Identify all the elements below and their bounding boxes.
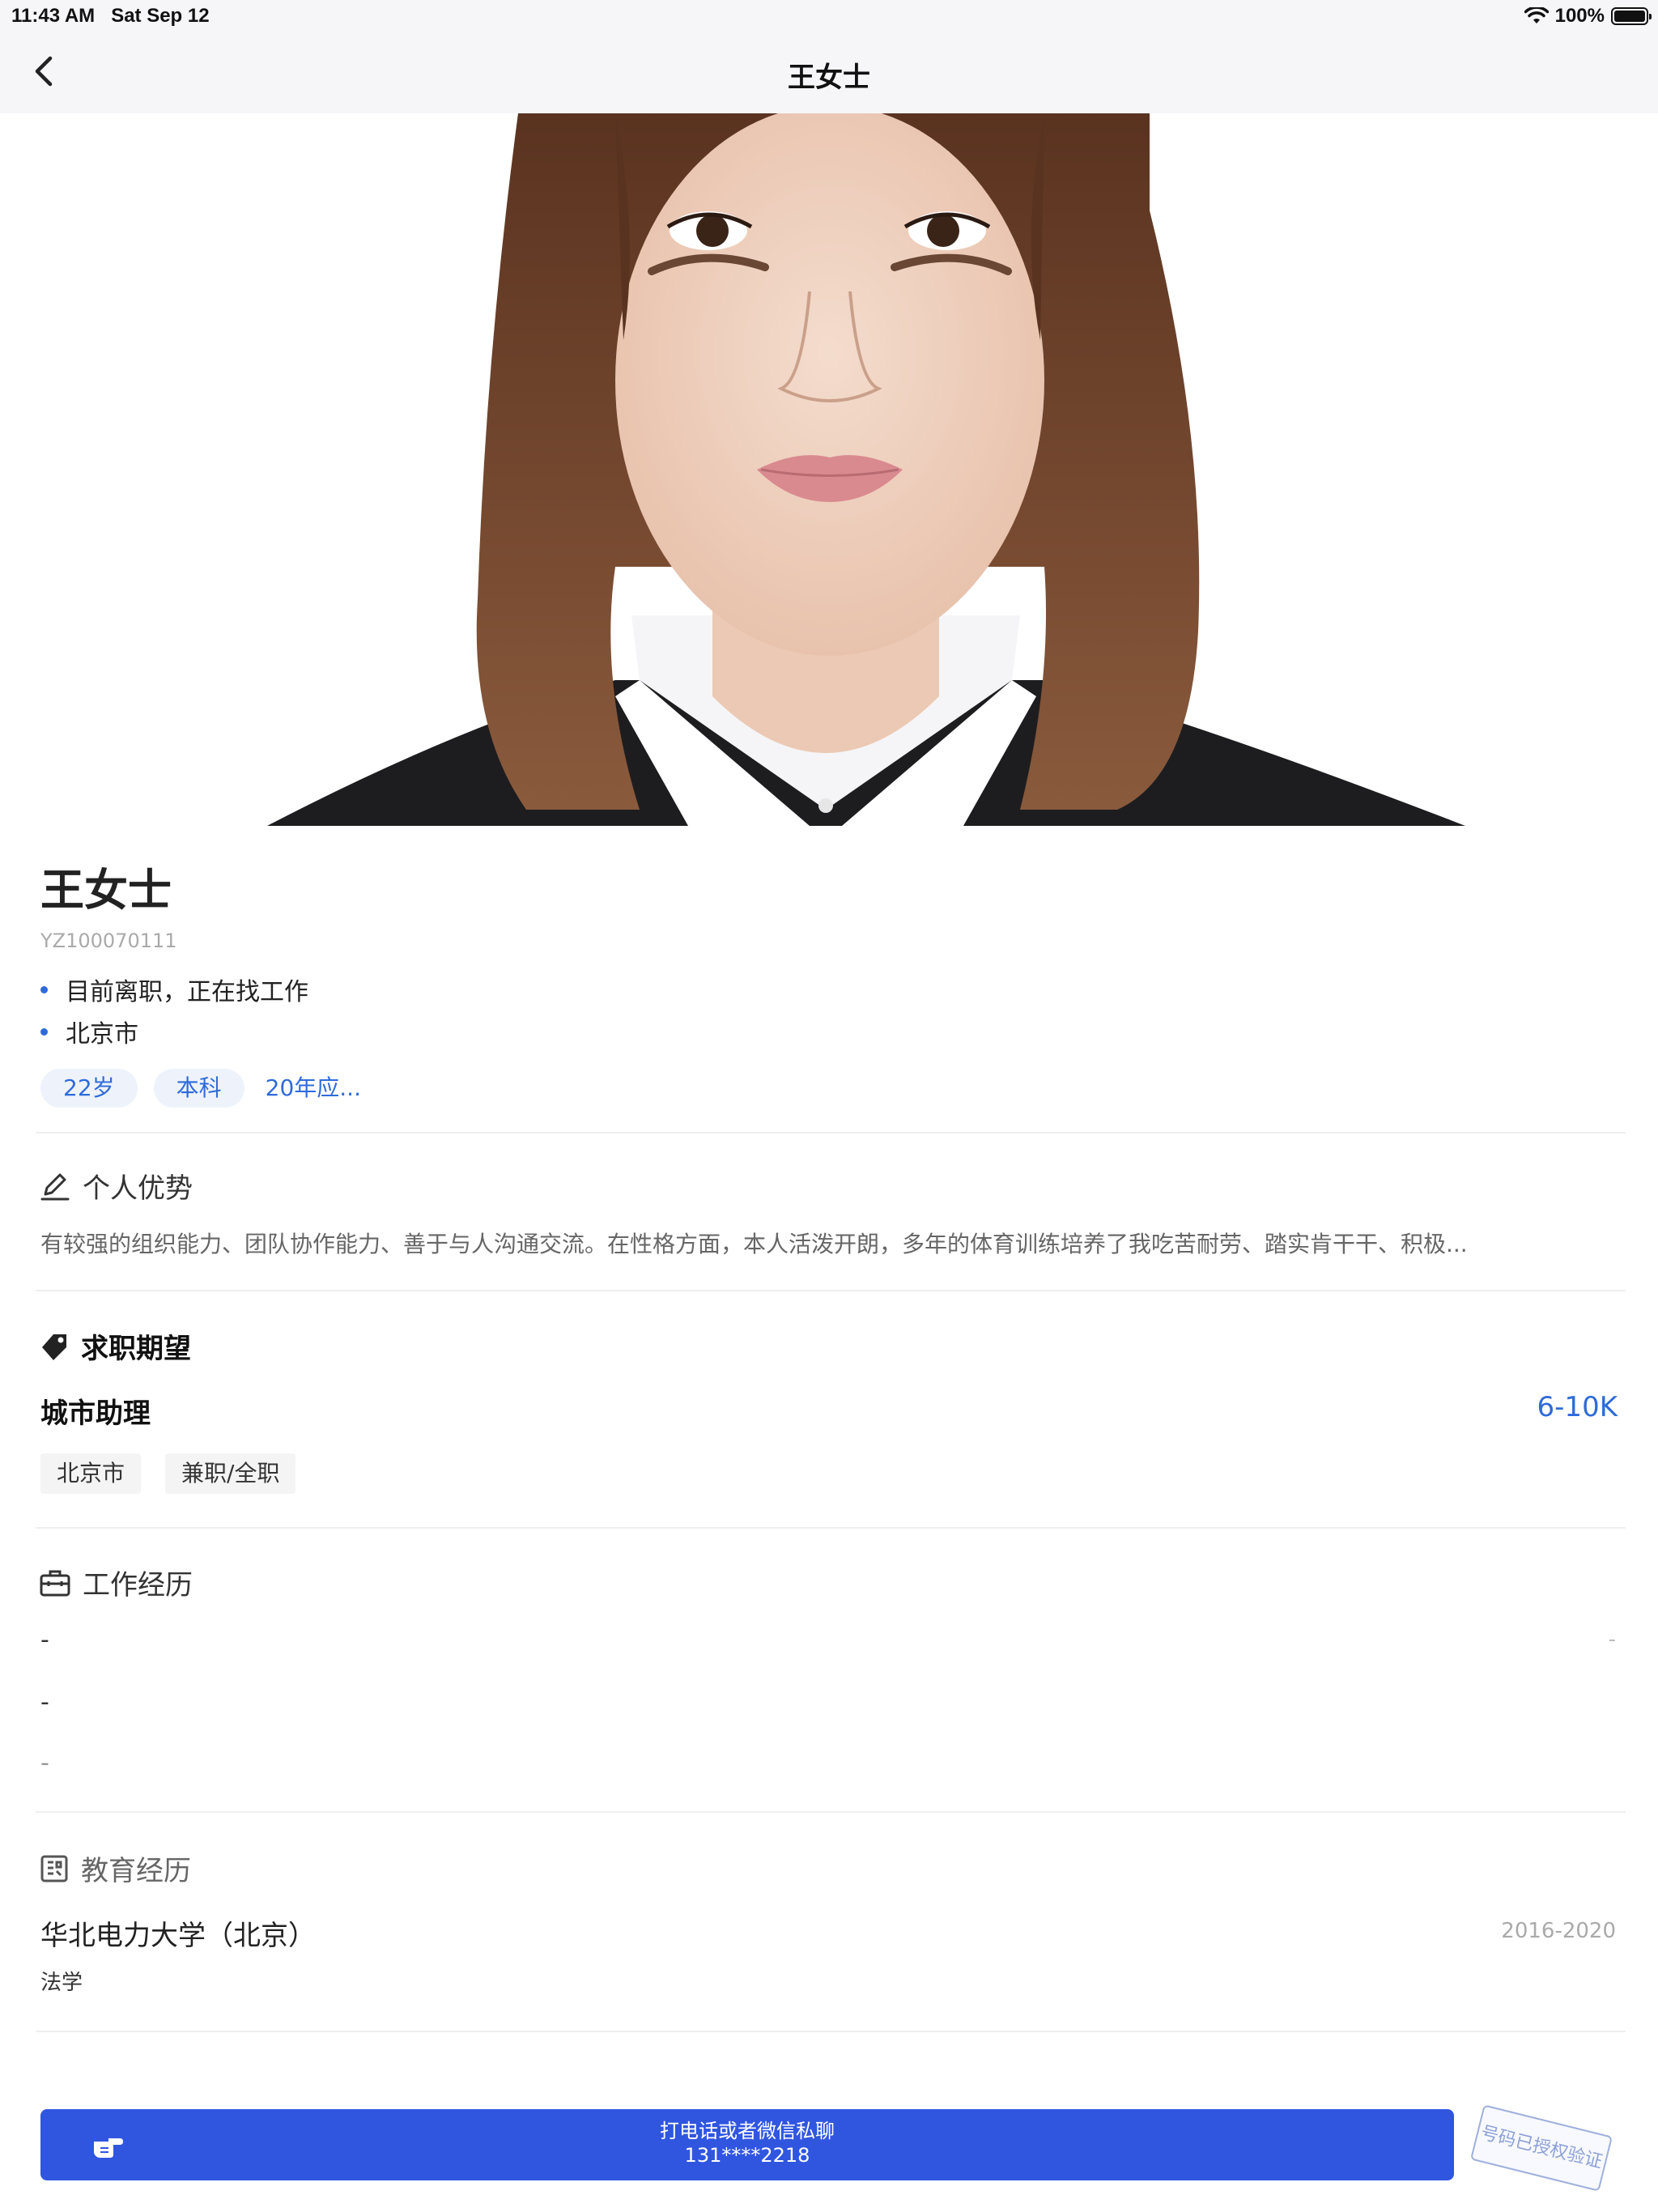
pointing-hand-icon	[94, 2138, 123, 2158]
major: 法学	[40, 1971, 83, 1995]
work-header: 工作经历	[39, 1563, 193, 1602]
education-years: 2016-2020	[1501, 1919, 1616, 1943]
candidate-name: 王女士	[40, 865, 172, 916]
contact-phone: 131****2218	[684, 2144, 810, 2167]
age-tag: 22岁	[40, 1069, 138, 1108]
briefcase-icon	[40, 1570, 70, 1596]
nav-bar: 王女士	[0, 32, 1658, 113]
job-city-tag: 北京市	[40, 1453, 142, 1494]
status-bar: 11:43 AM Sat Sep 12 100%	[0, 0, 1658, 32]
work-position: -	[40, 1688, 49, 1716]
status-right: 100%	[1524, 5, 1652, 28]
status-text: 目前离职，正在找工作	[66, 978, 308, 1006]
portrait-illustration	[267, 113, 1465, 826]
advantage-title: 个人优势	[83, 1172, 193, 1205]
expectation-header: 求职期望	[39, 1326, 191, 1366]
divider	[36, 2031, 1626, 2032]
divider	[36, 1527, 1626, 1529]
education-header: 教育经历	[39, 1848, 191, 1888]
expectation-title: 求职期望	[81, 1333, 191, 1365]
divider	[36, 1132, 1626, 1134]
graduate-tag: 20年应...	[265, 1074, 361, 1101]
battery-level	[1614, 11, 1645, 22]
battery-text: 100%	[1554, 5, 1605, 27]
battery-icon	[1611, 7, 1652, 25]
work-description: -	[40, 1749, 49, 1777]
bullet-dot	[40, 1027, 48, 1036]
work-company: -	[40, 1626, 49, 1654]
job-type-tag: 兼职/全职	[165, 1453, 296, 1494]
salary: 6-10K	[1537, 1391, 1618, 1423]
profile-bullets: 目前离职，正在找工作 北京市	[40, 968, 1619, 1053]
contact-label: 打电话或者微信私聊	[660, 2120, 835, 2142]
page-title: 王女士	[788, 62, 870, 94]
candidate-id: YZ100070111	[40, 929, 177, 952]
job-tags: 北京市 兼职/全职	[40, 1453, 296, 1494]
tag-icon	[42, 1334, 66, 1360]
status-time-text: 11:43 AM	[11, 5, 96, 27]
status-date-text: Sat Sep 12	[111, 5, 210, 27]
profile-photo	[0, 113, 1658, 826]
school-name: 华北电力大学（北京）	[40, 1920, 316, 1952]
divider	[36, 1290, 1626, 1291]
contact-button[interactable]: 打电话或者微信私聊 131****2218	[40, 2109, 1454, 2180]
education-icon	[40, 1855, 68, 1882]
job-title: 城市助理	[40, 1397, 151, 1430]
degree-tag: 本科	[153, 1069, 244, 1108]
pencil-icon	[40, 1173, 70, 1200]
status-item: 目前离职，正在找工作	[40, 968, 1619, 1010]
education-title: 教育经历	[81, 1855, 191, 1887]
divider	[36, 1811, 1626, 1813]
status-time: 11:43 AM Sat Sep 12	[11, 5, 210, 28]
advantage-header: 个人优势	[39, 1166, 193, 1206]
city-item: 北京市	[40, 1010, 1619, 1053]
advantage-text[interactable]: 有较强的组织能力、团队协作能力、善于与人沟通交流。在性格方面，本人活泼开朗，多年…	[40, 1227, 1603, 1259]
work-title: 工作经历	[83, 1569, 193, 1602]
work-period: -	[1608, 1627, 1616, 1652]
profile-tags: 22岁 本科 20年应...	[40, 1069, 1619, 1108]
wifi-icon	[1524, 7, 1549, 23]
city-text: 北京市	[66, 1020, 138, 1049]
bullet-dot	[40, 985, 48, 993]
profile-info: 王女士 YZ100070111 目前离职，正在找工作 北京市 22岁 本科 20…	[40, 854, 1619, 1108]
verified-stamp: 号码已授权验证	[1469, 2104, 1613, 2192]
